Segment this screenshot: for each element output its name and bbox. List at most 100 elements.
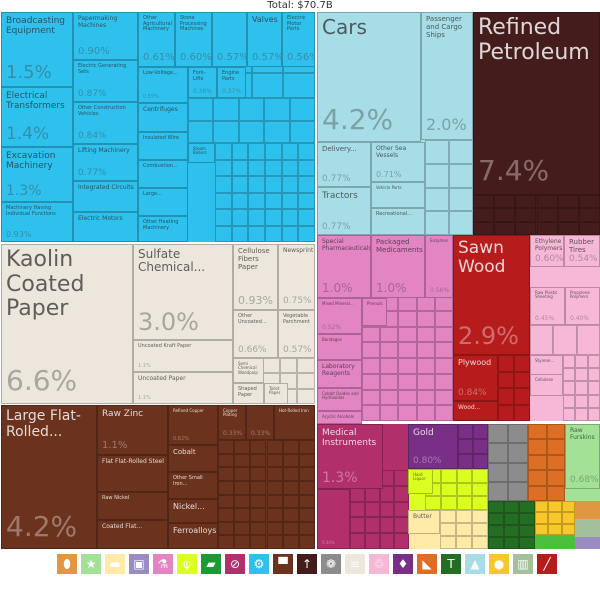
treemap-tile[interactable]: Ethylene Polymers 0.60% <box>530 235 564 267</box>
treemap-tile[interactable]: Enzymes 0.56% <box>425 235 453 298</box>
treemap-small-tile[interactable] <box>425 140 449 164</box>
treemap-small-tile[interactable] <box>234 467 251 481</box>
shirt-icon[interactable]: T <box>441 554 461 574</box>
star-icon[interactable]: ★ <box>81 554 101 574</box>
treemap-tile[interactable]: Uncoated Paper 1.1% <box>133 372 233 404</box>
treemap-small-tile[interactable] <box>231 225 249 242</box>
treemap-small-tile[interactable] <box>416 405 435 421</box>
treemap-tile[interactable]: Electric Motors <box>73 212 138 242</box>
treemap-small-tile[interactable] <box>218 453 235 468</box>
treemap-tile[interactable]: Mixed Mineral... 0.52% <box>317 298 362 334</box>
treemap-small-tile[interactable] <box>575 394 588 408</box>
treemap-small-tile[interactable] <box>473 221 495 235</box>
treemap-tile[interactable]: Large... <box>138 188 188 216</box>
treemap-small-tile[interactable] <box>472 523 488 536</box>
treemap-small-tile[interactable] <box>231 159 249 176</box>
treemap-small-tile[interactable] <box>514 355 530 372</box>
treemap-tile[interactable]: Cobalt Oxides and Hydroxides <box>317 388 362 411</box>
treemap-small-tile[interactable] <box>575 368 588 382</box>
treemap-small-tile[interactable] <box>416 373 435 390</box>
treemap-small-tile[interactable] <box>380 358 399 374</box>
treemap-small-tile[interactable] <box>587 368 600 382</box>
treemap-small-tile[interactable] <box>536 195 558 209</box>
treemap-small-tile[interactable] <box>266 480 283 495</box>
treemap-small-tile[interactable] <box>508 481 528 501</box>
treemap-tile[interactable]: Passenger and Cargo Ships 2.0% <box>421 12 473 140</box>
treemap-small-tile[interactable] <box>563 407 576 421</box>
treemap-small-tile[interactable] <box>215 143 232 160</box>
treemap-small-tile[interactable] <box>563 368 576 382</box>
treemap-tile[interactable]: Acyclic Alcohols <box>317 411 362 424</box>
frame-icon[interactable]: ▣ <box>129 554 149 574</box>
treemap-tile[interactable]: Raw Zinc 1.1% <box>97 405 168 455</box>
treemap-small-tile[interactable] <box>528 470 547 486</box>
treemap-tile[interactable]: Vehicle Parts <box>371 182 425 208</box>
treemap-small-tile[interactable] <box>494 208 516 222</box>
treemap-small-tile[interactable] <box>265 225 282 242</box>
treemap-small-tile[interactable] <box>380 405 399 421</box>
treemap-small-tile[interactable] <box>416 389 435 406</box>
treemap-small-tile[interactable] <box>298 521 315 536</box>
treemap-small-tile[interactable] <box>563 355 576 369</box>
treemap-small-tile[interactable] <box>398 389 417 406</box>
treemap-small-tile[interactable] <box>282 440 299 454</box>
treemap-small-tile[interactable] <box>498 371 514 388</box>
anvil-icon[interactable]: ▀ <box>273 554 293 574</box>
treemap-small-tile[interactable] <box>503 537 520 549</box>
treemap-small-tile[interactable] <box>218 494 235 509</box>
treemap-small-tile[interactable] <box>394 533 409 549</box>
treemap-tile[interactable]: Propylene Polymers 0.40% <box>565 287 600 325</box>
treemap-small-tile[interactable] <box>434 373 453 390</box>
treemap-small-tile[interactable] <box>188 120 214 143</box>
treemap-small-tile[interactable] <box>575 381 588 395</box>
recycle-icon[interactable]: ♲ <box>369 554 389 574</box>
treemap-small-tile[interactable] <box>213 120 239 143</box>
treemap-tile[interactable]: Kaolin Coated Paper 6.6% <box>1 244 133 404</box>
treemap-tile[interactable]: Refined Copper 0.82% <box>168 405 218 445</box>
treemap-small-tile[interactable] <box>535 501 549 513</box>
treemap-tile[interactable]: Plywood 0.84% <box>453 355 498 401</box>
treemap-small-tile[interactable] <box>248 209 265 226</box>
treemap-tile[interactable]: Cellulose Fibers Paper 0.93% <box>233 244 278 310</box>
treemap-small-tile[interactable] <box>248 143 265 160</box>
treemap-small-tile[interactable] <box>546 439 565 455</box>
treemap-small-tile[interactable] <box>472 482 488 497</box>
treemap-small-tile[interactable] <box>557 221 579 235</box>
treemap-small-tile[interactable] <box>248 192 265 209</box>
treemap-small-tile[interactable] <box>362 389 381 406</box>
treemap-small-tile[interactable] <box>298 225 315 242</box>
treemap-small-tile[interactable] <box>434 326 453 343</box>
treemap-tile[interactable]: Cellulose <box>530 374 563 396</box>
treemap-tile[interactable]: Wood... <box>453 401 498 421</box>
treemap-small-tile[interactable] <box>494 195 516 209</box>
treemap-small-tile[interactable] <box>297 388 315 404</box>
treemap-small-tile[interactable] <box>250 494 267 509</box>
treemap-small-tile[interactable] <box>578 195 600 209</box>
treemap-small-tile[interactable] <box>250 508 267 522</box>
treemap-small-tile[interactable] <box>398 310 417 327</box>
pickaxe-icon[interactable]: ↑ <box>297 554 317 574</box>
stone-icon[interactable]: ◣ <box>417 554 437 574</box>
treemap-small-tile[interactable] <box>456 496 473 510</box>
treemap-small-tile[interactable] <box>297 373 315 389</box>
treemap-small-tile[interactable] <box>546 454 565 471</box>
treemap-tile[interactable]: Medical Instruments 1.3% <box>317 424 383 489</box>
treemap-tile[interactable]: Papermaking Machines 0.90% <box>73 12 138 60</box>
treemap-small-tile[interactable] <box>283 73 315 98</box>
treemap-small-tile[interactable] <box>266 494 283 509</box>
treemap-small-tile[interactable] <box>530 325 554 355</box>
treemap-tile[interactable]: Raw Nickel <box>97 492 168 520</box>
treemap-tile[interactable]: Valves 0.57% <box>247 12 282 67</box>
wheat-icon[interactable]: ψ <box>177 554 197 574</box>
treemap-tile[interactable]: Flat Flat-Rolled Steel <box>97 455 168 492</box>
treemap-tile[interactable]: Bandages <box>317 334 362 360</box>
treemap-small-tile[interactable] <box>281 209 299 226</box>
treemap-small-tile[interactable] <box>587 355 600 369</box>
treemap-small-tile[interactable] <box>289 98 315 121</box>
treemap-small-tile[interactable] <box>364 533 380 549</box>
treemap-small-tile[interactable] <box>281 143 299 160</box>
treemap-small-tile[interactable] <box>298 535 315 549</box>
treemap-tile[interactable]: Broadcasting Equipment 1.5% <box>1 12 73 87</box>
treemap-small-tile[interactable] <box>188 98 214 121</box>
instrument-icon[interactable]: ⊘ <box>225 554 245 574</box>
